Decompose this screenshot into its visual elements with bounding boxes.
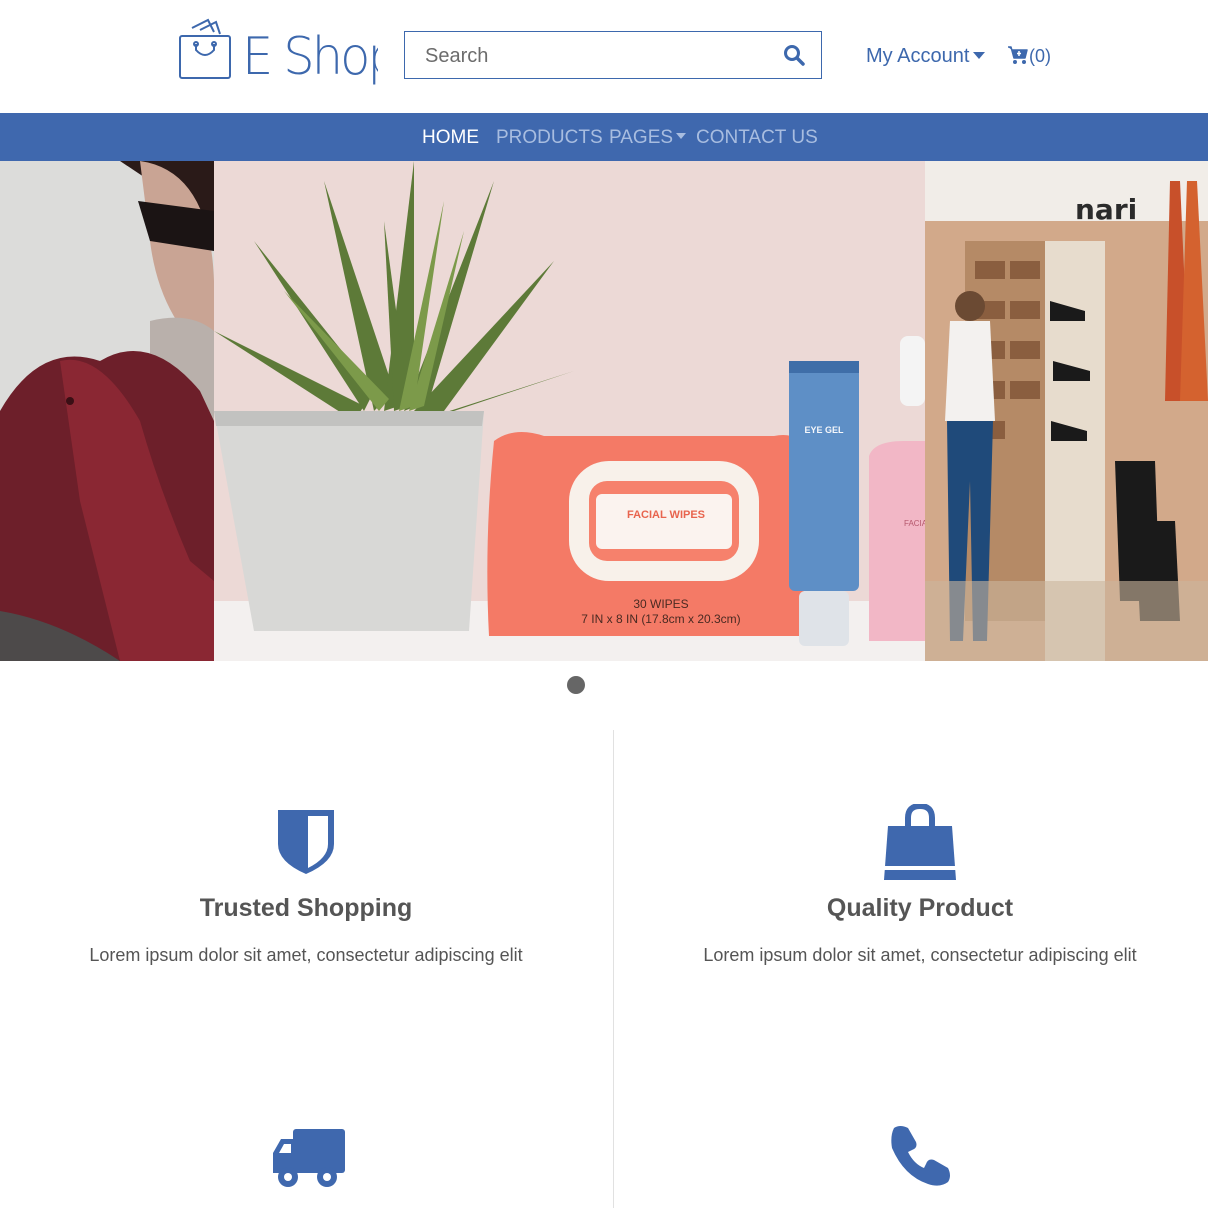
main-navbar: HOME PRODUCTS PAGES CONTACT US [0, 113, 1208, 161]
chevron-down-icon [973, 51, 986, 59]
my-account-label: My Account [866, 45, 970, 67]
store-photo-illustration: nari [925, 161, 1208, 661]
shopping-bag-logo-icon [179, 18, 231, 79]
feature-quality-product: Quality Product Lorem ipsum dolor sit am… [620, 894, 1208, 966]
spray-label: FACIAL SPRAY [904, 519, 925, 528]
wipes-size: 7 IN x 8 IN (17.8cm x 20.3cm) [581, 612, 740, 626]
my-account-dropdown[interactable]: My Account [866, 45, 986, 68]
cart-count: (0) [1029, 46, 1051, 66]
phone-icon [891, 1126, 950, 1186]
nav-pages[interactable]: PAGES [609, 127, 687, 149]
carousel-indicator[interactable] [567, 676, 585, 694]
feature-text: Lorem ipsum dolor sit amet, consectetur … [703, 945, 1137, 965]
feature-divider [613, 730, 614, 1208]
search-input[interactable] [423, 42, 767, 70]
woman-photo-illustration [0, 161, 214, 661]
tube-label: EYE GEL [804, 425, 844, 435]
feature-text: Lorem ipsum dolor sit amet, consectetur … [89, 945, 523, 965]
shield-icon [278, 810, 334, 874]
hero-carousel[interactable]: FACIAL WIPES 30 WIPES 7 IN x 8 IN (17.8c… [0, 161, 1208, 661]
logo[interactable]: E Shop [178, 18, 378, 96]
cart-button[interactable]: (0) [1007, 45, 1051, 67]
brand-name: E Shop [242, 27, 378, 87]
wipes-count: 30 WIPES [633, 597, 688, 611]
header: E Shop My Account (0) [0, 0, 1208, 113]
search-button[interactable] [783, 44, 807, 68]
nav-pages-label: PAGES [609, 127, 674, 148]
carousel-slide-store: nari [925, 161, 1208, 661]
feature-trusted-shopping: Trusted Shopping Lorem ipsum dolor sit a… [6, 894, 606, 966]
search-box [404, 31, 822, 79]
nav-products[interactable]: PRODUCTS [496, 127, 603, 149]
products-photo-illustration: FACIAL WIPES 30 WIPES 7 IN x 8 IN (17.8c… [214, 161, 925, 661]
truck-icon [273, 1129, 345, 1187]
nav-contact-us[interactable]: CONTACT US [696, 127, 818, 149]
cart-icon [1008, 46, 1028, 64]
search-icon [784, 45, 805, 66]
wipes-label: FACIAL WIPES [627, 509, 705, 521]
feature-title: Quality Product [826, 894, 1014, 922]
carousel-slide-products: FACIAL WIPES 30 WIPES 7 IN x 8 IN (17.8c… [214, 161, 925, 661]
chevron-down-icon [676, 133, 687, 140]
store-sign: nari [1075, 193, 1137, 226]
shopping-bag-icon [884, 804, 956, 880]
carousel-slide-woman [0, 161, 214, 661]
feature-title: Trusted Shopping [199, 894, 413, 922]
nav-home[interactable]: HOME [422, 127, 479, 149]
